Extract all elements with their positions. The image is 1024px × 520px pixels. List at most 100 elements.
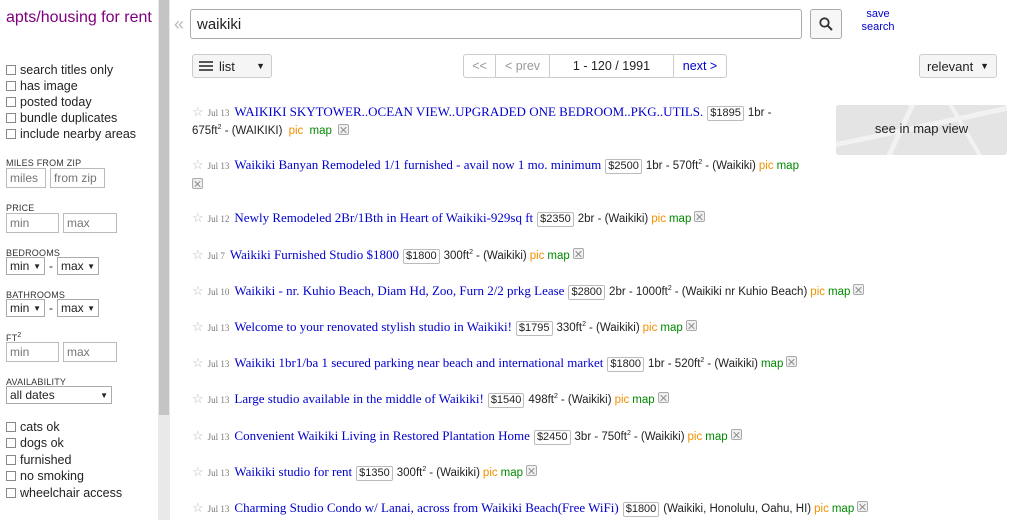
hide-post-icon[interactable] (572, 248, 584, 259)
collapse-sidebar-icon[interactable]: « (174, 14, 184, 35)
availability-select[interactable]: all dates ▼ (6, 386, 112, 404)
map-tag: map (705, 431, 728, 443)
post-price: $2350 (537, 212, 574, 227)
hide-post-icon[interactable] (526, 465, 537, 476)
favorite-star-icon[interactable]: ☆ (192, 428, 204, 444)
prev-page-button[interactable]: < prev (496, 55, 550, 77)
post-price: $1895 (707, 106, 744, 121)
hide-post-icon[interactable] (857, 501, 869, 512)
post-title-link[interactable]: Convenient Waikiki Living in Restored Pl… (234, 428, 530, 444)
post-price: $2800 (568, 285, 606, 300)
price-max-input[interactable] (63, 213, 117, 233)
filter-dogs-ok[interactable]: dogs ok (6, 435, 64, 451)
filter-search-titles-only[interactable]: search titles only (6, 62, 113, 78)
hide-post-icon[interactable] (786, 356, 798, 367)
checkbox[interactable] (6, 97, 16, 107)
map-tag: map (500, 467, 523, 479)
save-search-link[interactable]: save search (856, 8, 900, 34)
post-meta: 1br - 520ft2 (647, 357, 705, 370)
post-meta: 300ft2 (443, 249, 474, 262)
ft-min-input[interactable] (6, 342, 59, 362)
checkbox[interactable] (6, 129, 16, 139)
post-title-link[interactable]: Newly Remodeled 2Br/1Bth in Heart of Wai… (234, 210, 533, 226)
first-page-button[interactable]: << (464, 55, 496, 77)
map-view-button[interactable]: see in map view (836, 105, 1007, 155)
post-title-link[interactable]: WAIKIKI SKYTOWER..OCEAN VIEW..UPGRADED O… (234, 104, 703, 120)
chevron-down-icon: ▼ (33, 303, 41, 313)
bedrooms-min-select[interactable]: min ▼ (6, 257, 45, 275)
filter-furnished[interactable]: furnished (6, 452, 71, 468)
post-title-link[interactable]: Waikiki Furnished Studio $1800 (230, 247, 399, 263)
hide-post-icon[interactable] (685, 320, 697, 331)
favorite-star-icon[interactable]: ☆ (192, 283, 204, 299)
favorite-star-icon[interactable]: ☆ (192, 319, 204, 335)
checkbox[interactable] (6, 455, 16, 465)
post-title-link[interactable]: Welcome to your renovated stylish studio… (234, 319, 511, 335)
view-mode-select[interactable]: list ▼ (192, 54, 272, 78)
bathrooms-max-select[interactable]: max ▼ (57, 299, 99, 317)
filter-cats-ok[interactable]: cats ok (6, 419, 60, 435)
favorite-star-icon[interactable]: ☆ (192, 391, 204, 407)
hide-post-icon[interactable] (694, 211, 706, 222)
search-button[interactable] (810, 9, 842, 39)
favorite-star-icon[interactable]: ☆ (192, 104, 204, 120)
next-page-button[interactable]: next > (674, 55, 726, 77)
hide-post-icon[interactable] (192, 178, 203, 189)
sidebar-scrollbar[interactable] (158, 0, 170, 520)
favorite-star-icon[interactable]: ☆ (192, 210, 204, 226)
filter-posted-today[interactable]: posted today (6, 94, 92, 110)
post-title-link[interactable]: Waikiki Banyan Remodeled 1/1 furnished -… (234, 157, 601, 173)
post-title-link[interactable]: Waikiki studio for rent (234, 464, 352, 480)
search-input[interactable] (190, 9, 802, 39)
hide-post-icon[interactable] (853, 284, 865, 295)
range-dash: - (49, 301, 53, 315)
filter-include-nearby-areas[interactable]: include nearby areas (6, 126, 136, 142)
bedrooms-max-select[interactable]: max ▼ (57, 257, 99, 275)
sort-select[interactable]: relevant ▼ (919, 54, 997, 78)
bathrooms-min-select[interactable]: min ▼ (6, 299, 45, 317)
filter-wheelchair-access[interactable]: wheelchair access (6, 485, 122, 501)
post-meta: 2br - 1000ft2 (609, 285, 672, 298)
ft-max-input[interactable] (63, 342, 117, 362)
checkbox[interactable] (6, 113, 16, 123)
checkbox[interactable] (6, 65, 16, 75)
hide-post-icon[interactable] (657, 392, 669, 403)
post-title-link[interactable]: Large studio available in the middle of … (234, 391, 483, 407)
favorite-star-icon[interactable]: ☆ (192, 355, 204, 371)
hide-post-icon[interactable] (730, 429, 742, 440)
miles-label: MILES FROM ZIP (6, 158, 82, 168)
checkbox[interactable] (6, 471, 16, 481)
post-meta: 498ft2 (528, 393, 558, 406)
pic-tag: pic (288, 125, 304, 137)
favorite-star-icon[interactable]: ☆ (192, 464, 204, 480)
map-tag: map (828, 286, 851, 298)
hide-post-icon[interactable] (338, 124, 350, 135)
post-title-link[interactable]: Waikiki - nr. Kuhio Beach, Diam Hd, Zoo,… (234, 283, 564, 299)
scrollbar-thumb[interactable] (159, 0, 169, 415)
checkbox[interactable] (6, 488, 16, 498)
map-view-label: see in map view (874, 121, 969, 136)
map-tag: map (309, 125, 332, 137)
pic-tag: pic (810, 286, 825, 298)
post-size: 675ft2 (192, 124, 222, 137)
filter-no-smoking[interactable]: no smoking (6, 468, 84, 484)
filter-has-image[interactable]: has image (6, 78, 78, 94)
favorite-star-icon[interactable]: ☆ (192, 157, 204, 173)
zip-input[interactable] (50, 168, 105, 188)
post-title-link[interactable]: Charming Studio Condo w/ Lanai, across f… (234, 500, 618, 516)
post-date: Jul 13 (207, 359, 230, 369)
checkbox[interactable] (6, 81, 16, 91)
post-date: Jul 12 (207, 214, 230, 224)
checkbox[interactable] (6, 422, 16, 432)
list-icon (199, 61, 213, 71)
favorite-star-icon[interactable]: ☆ (192, 500, 204, 516)
checkbox[interactable] (6, 438, 16, 448)
filter-bundle-duplicates[interactable]: bundle duplicates (6, 110, 117, 126)
category-title[interactable]: apts/housing for rent (6, 9, 156, 27)
price-min-input[interactable] (6, 213, 59, 233)
post-price: $1795 (515, 321, 553, 336)
post-price: $1350 (356, 466, 393, 481)
post-title-link[interactable]: Waikiki 1br1/ba 1 secured parking near b… (234, 355, 603, 371)
miles-input[interactable] (6, 168, 46, 188)
favorite-star-icon[interactable]: ☆ (192, 247, 204, 263)
